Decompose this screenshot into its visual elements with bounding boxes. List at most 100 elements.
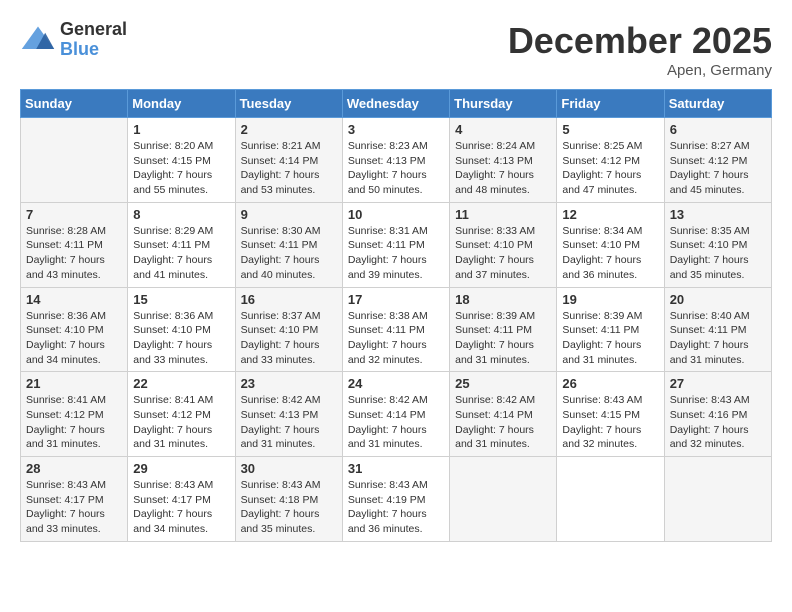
header-row: SundayMondayTuesdayWednesdayThursdayFrid… bbox=[21, 90, 772, 118]
week-row-5: 28Sunrise: 8:43 AMSunset: 4:17 PMDayligh… bbox=[21, 457, 772, 542]
calendar-cell bbox=[557, 457, 664, 542]
cell-info: Daylight: 7 hours bbox=[348, 253, 444, 268]
cell-info: Sunset: 4:18 PM bbox=[241, 493, 337, 508]
cell-info: and 50 minutes. bbox=[348, 183, 444, 198]
cell-info: Daylight: 7 hours bbox=[348, 423, 444, 438]
cell-info: Sunset: 4:11 PM bbox=[348, 238, 444, 253]
calendar-cell: 23Sunrise: 8:42 AMSunset: 4:13 PMDayligh… bbox=[235, 372, 342, 457]
day-number: 10 bbox=[348, 207, 444, 222]
cell-info: Sunrise: 8:30 AM bbox=[241, 224, 337, 239]
cell-info: Sunrise: 8:36 AM bbox=[133, 309, 229, 324]
cell-info: Daylight: 7 hours bbox=[241, 168, 337, 183]
cell-info: Sunrise: 8:39 AM bbox=[455, 309, 551, 324]
calendar-table: SundayMondayTuesdayWednesdayThursdayFrid… bbox=[20, 89, 772, 542]
day-number: 28 bbox=[26, 461, 122, 476]
cell-info: Sunset: 4:10 PM bbox=[670, 238, 766, 253]
day-number: 1 bbox=[133, 122, 229, 137]
day-number: 26 bbox=[562, 376, 658, 391]
cell-info: Daylight: 7 hours bbox=[133, 168, 229, 183]
calendar-cell: 4Sunrise: 8:24 AMSunset: 4:13 PMDaylight… bbox=[450, 118, 557, 203]
cell-info: Sunset: 4:11 PM bbox=[133, 238, 229, 253]
logo-text: General Blue bbox=[60, 20, 127, 60]
cell-info: Sunset: 4:13 PM bbox=[241, 408, 337, 423]
cell-info: Sunrise: 8:43 AM bbox=[26, 478, 122, 493]
cell-info: Sunrise: 8:43 AM bbox=[348, 478, 444, 493]
cell-info: Sunrise: 8:29 AM bbox=[133, 224, 229, 239]
cell-info: Sunset: 4:10 PM bbox=[562, 238, 658, 253]
month-title: December 2025 bbox=[508, 20, 772, 62]
cell-info: Sunrise: 8:42 AM bbox=[241, 393, 337, 408]
calendar-cell: 16Sunrise: 8:37 AMSunset: 4:10 PMDayligh… bbox=[235, 287, 342, 372]
day-number: 25 bbox=[455, 376, 551, 391]
calendar-cell: 18Sunrise: 8:39 AMSunset: 4:11 PMDayligh… bbox=[450, 287, 557, 372]
calendar-cell: 8Sunrise: 8:29 AMSunset: 4:11 PMDaylight… bbox=[128, 202, 235, 287]
day-number: 14 bbox=[26, 292, 122, 307]
day-number: 21 bbox=[26, 376, 122, 391]
header-friday: Friday bbox=[557, 90, 664, 118]
cell-info: and 53 minutes. bbox=[241, 183, 337, 198]
cell-info: Daylight: 7 hours bbox=[26, 423, 122, 438]
page-header: General Blue December 2025 Apen, Germany bbox=[20, 20, 772, 79]
calendar-cell: 29Sunrise: 8:43 AMSunset: 4:17 PMDayligh… bbox=[128, 457, 235, 542]
cell-info: Sunrise: 8:34 AM bbox=[562, 224, 658, 239]
cell-info: and 31 minutes. bbox=[133, 437, 229, 452]
logo-icon bbox=[20, 22, 56, 58]
day-number: 5 bbox=[562, 122, 658, 137]
cell-info: Sunrise: 8:41 AM bbox=[133, 393, 229, 408]
cell-info: Daylight: 7 hours bbox=[26, 338, 122, 353]
calendar-cell: 25Sunrise: 8:42 AMSunset: 4:14 PMDayligh… bbox=[450, 372, 557, 457]
cell-info: Daylight: 7 hours bbox=[241, 338, 337, 353]
cell-info: Sunrise: 8:40 AM bbox=[670, 309, 766, 324]
cell-info: and 55 minutes. bbox=[133, 183, 229, 198]
cell-info: Sunrise: 8:42 AM bbox=[455, 393, 551, 408]
cell-info: and 31 minutes. bbox=[562, 353, 658, 368]
calendar-cell: 24Sunrise: 8:42 AMSunset: 4:14 PMDayligh… bbox=[342, 372, 449, 457]
cell-info: Sunrise: 8:23 AM bbox=[348, 139, 444, 154]
cell-info: Sunset: 4:14 PM bbox=[348, 408, 444, 423]
cell-info: Daylight: 7 hours bbox=[241, 253, 337, 268]
calendar-cell: 14Sunrise: 8:36 AMSunset: 4:10 PMDayligh… bbox=[21, 287, 128, 372]
day-number: 11 bbox=[455, 207, 551, 222]
day-number: 17 bbox=[348, 292, 444, 307]
calendar-cell: 3Sunrise: 8:23 AMSunset: 4:13 PMDaylight… bbox=[342, 118, 449, 203]
cell-info: and 36 minutes. bbox=[348, 522, 444, 537]
cell-info: Sunrise: 8:42 AM bbox=[348, 393, 444, 408]
calendar-cell: 13Sunrise: 8:35 AMSunset: 4:10 PMDayligh… bbox=[664, 202, 771, 287]
calendar-cell: 5Sunrise: 8:25 AMSunset: 4:12 PMDaylight… bbox=[557, 118, 664, 203]
day-number: 23 bbox=[241, 376, 337, 391]
cell-info: Sunrise: 8:43 AM bbox=[562, 393, 658, 408]
cell-info: Sunset: 4:13 PM bbox=[348, 154, 444, 169]
cell-info: Sunrise: 8:36 AM bbox=[26, 309, 122, 324]
cell-info: Sunrise: 8:20 AM bbox=[133, 139, 229, 154]
day-number: 2 bbox=[241, 122, 337, 137]
cell-info: and 34 minutes. bbox=[26, 353, 122, 368]
cell-info: Sunset: 4:11 PM bbox=[670, 323, 766, 338]
cell-info: and 39 minutes. bbox=[348, 268, 444, 283]
title-block: December 2025 Apen, Germany bbox=[508, 20, 772, 79]
cell-info: and 31 minutes. bbox=[348, 437, 444, 452]
cell-info: Sunrise: 8:37 AM bbox=[241, 309, 337, 324]
cell-info: Sunset: 4:16 PM bbox=[670, 408, 766, 423]
day-number: 13 bbox=[670, 207, 766, 222]
day-number: 22 bbox=[133, 376, 229, 391]
cell-info: Daylight: 7 hours bbox=[26, 507, 122, 522]
day-number: 12 bbox=[562, 207, 658, 222]
cell-info: and 41 minutes. bbox=[133, 268, 229, 283]
cell-info: Sunset: 4:11 PM bbox=[241, 238, 337, 253]
cell-info: Daylight: 7 hours bbox=[133, 253, 229, 268]
day-number: 31 bbox=[348, 461, 444, 476]
logo-general: General bbox=[60, 20, 127, 40]
cell-info: Sunrise: 8:21 AM bbox=[241, 139, 337, 154]
logo-blue: Blue bbox=[60, 40, 127, 60]
cell-info: Sunrise: 8:27 AM bbox=[670, 139, 766, 154]
cell-info: Sunrise: 8:43 AM bbox=[133, 478, 229, 493]
cell-info: Sunset: 4:13 PM bbox=[455, 154, 551, 169]
cell-info: Sunset: 4:11 PM bbox=[348, 323, 444, 338]
day-number: 4 bbox=[455, 122, 551, 137]
cell-info: Daylight: 7 hours bbox=[670, 338, 766, 353]
week-row-2: 7Sunrise: 8:28 AMSunset: 4:11 PMDaylight… bbox=[21, 202, 772, 287]
cell-info: and 43 minutes. bbox=[26, 268, 122, 283]
cell-info: Daylight: 7 hours bbox=[348, 507, 444, 522]
cell-info: Sunset: 4:11 PM bbox=[455, 323, 551, 338]
cell-info: Sunrise: 8:25 AM bbox=[562, 139, 658, 154]
